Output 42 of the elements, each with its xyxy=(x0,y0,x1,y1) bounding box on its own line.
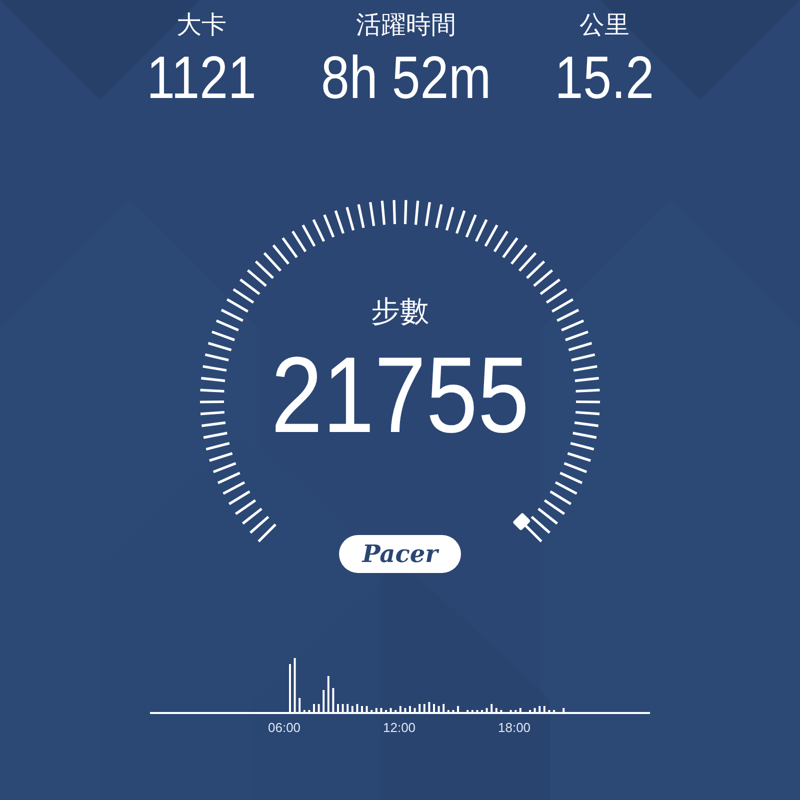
activity-bar xyxy=(327,676,330,712)
activity-bar xyxy=(519,708,522,712)
stat-label: 活躍時間 xyxy=(356,10,456,41)
steps-label: 步數 xyxy=(371,295,429,330)
activity-bar xyxy=(495,708,498,712)
activity-bar xyxy=(442,704,445,712)
activity-bar xyxy=(418,704,421,712)
activity-bar xyxy=(366,706,368,712)
activity-bar xyxy=(375,708,378,712)
activity-bar xyxy=(351,706,354,712)
stat-label: 公里 xyxy=(580,10,630,41)
activity-bar xyxy=(490,704,493,712)
stat-value: 15.2 xyxy=(554,43,654,113)
activity-bar xyxy=(562,708,565,712)
activity-bar xyxy=(534,708,536,712)
time-label: 18:00 xyxy=(498,720,531,735)
activity-bar xyxy=(404,708,406,712)
activity-bar xyxy=(380,708,382,712)
activity-bar xyxy=(428,702,430,712)
activity-bar xyxy=(356,704,358,712)
time-label: 06:00 xyxy=(268,720,301,735)
activity-bar xyxy=(414,708,416,712)
activity-bar xyxy=(438,706,440,712)
activity-bar xyxy=(342,704,344,712)
activity-bar xyxy=(423,704,426,712)
stat-value: 1121 xyxy=(146,43,256,113)
activity-bar xyxy=(543,706,546,712)
steps-count: 21755 xyxy=(270,333,530,457)
activity-bar xyxy=(322,690,325,712)
activity-bar xyxy=(486,708,488,712)
activity-bar xyxy=(294,658,296,712)
activity-bar xyxy=(390,708,392,712)
stat-label: 大卡 xyxy=(176,10,227,41)
activity-bar xyxy=(318,704,320,712)
pacer-logo: Pacer xyxy=(339,535,461,573)
activity-bar xyxy=(298,698,301,712)
activity-bar xyxy=(346,704,349,712)
activity-bar xyxy=(399,706,402,712)
activity-bar xyxy=(332,688,334,712)
time-label: 12:00 xyxy=(383,720,416,735)
activity-bar xyxy=(538,706,541,712)
stat-value: 8h 52m xyxy=(321,43,492,113)
